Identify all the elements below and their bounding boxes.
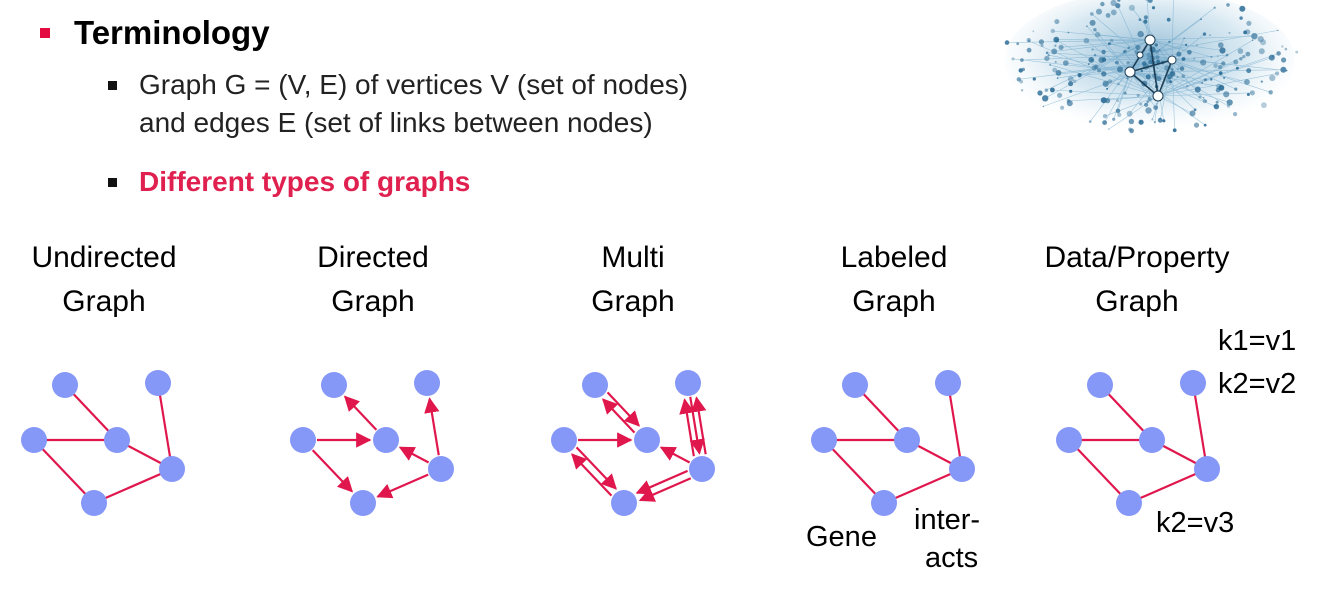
multi-node xyxy=(611,490,637,516)
multi-edge xyxy=(575,446,617,490)
directed-edge xyxy=(311,449,354,493)
undirected-node xyxy=(159,456,185,482)
labeled-node xyxy=(871,490,897,516)
directed-edge xyxy=(424,397,440,456)
multi-node xyxy=(634,427,660,453)
labeled-node xyxy=(842,372,868,398)
undirected-node xyxy=(145,370,171,396)
property-edge xyxy=(1068,439,1130,504)
gene-label: Gene xyxy=(806,521,877,553)
property-node xyxy=(1056,427,1082,453)
interacts-label-1: inter- xyxy=(914,504,981,536)
multi-node xyxy=(675,370,701,396)
property-node xyxy=(1139,427,1165,453)
multi-node xyxy=(689,456,715,482)
multi-edge xyxy=(659,446,691,464)
undirected-edge xyxy=(33,439,95,504)
directed-node xyxy=(428,456,454,482)
labeled-edge xyxy=(823,439,885,504)
undirected-node xyxy=(104,427,130,453)
directed-node xyxy=(350,490,376,516)
property-node xyxy=(1087,372,1113,398)
property-edge xyxy=(1191,382,1209,470)
directed-edge xyxy=(343,395,378,431)
property-k2-v2: k2=v2 xyxy=(1218,368,1297,400)
labeled-node xyxy=(935,370,961,396)
directed-edge xyxy=(376,473,429,499)
directed-node xyxy=(290,427,316,453)
directed-node xyxy=(373,427,399,453)
directed-edge xyxy=(398,446,430,464)
property-node xyxy=(1194,456,1220,482)
multi-node xyxy=(551,427,577,453)
property-node xyxy=(1116,490,1142,516)
property-node xyxy=(1180,370,1206,396)
undirected-node xyxy=(52,372,78,398)
property-k1-v1: k1=v1 xyxy=(1218,325,1297,357)
interacts-label-2: acts xyxy=(925,542,979,574)
labeled-node xyxy=(894,427,920,453)
graph-types-diagram xyxy=(21,370,1220,516)
labeled-node xyxy=(949,456,975,482)
directed-node xyxy=(414,370,440,396)
directed-node xyxy=(321,372,347,398)
multi-edge xyxy=(571,453,613,497)
labeled-edge xyxy=(946,382,964,470)
multi-node xyxy=(582,372,608,398)
undirected-node xyxy=(81,490,107,516)
undirected-node xyxy=(21,427,47,453)
property-k2-v3: k2=v3 xyxy=(1156,507,1235,539)
labeled-node xyxy=(811,427,837,453)
undirected-edge xyxy=(156,382,174,470)
